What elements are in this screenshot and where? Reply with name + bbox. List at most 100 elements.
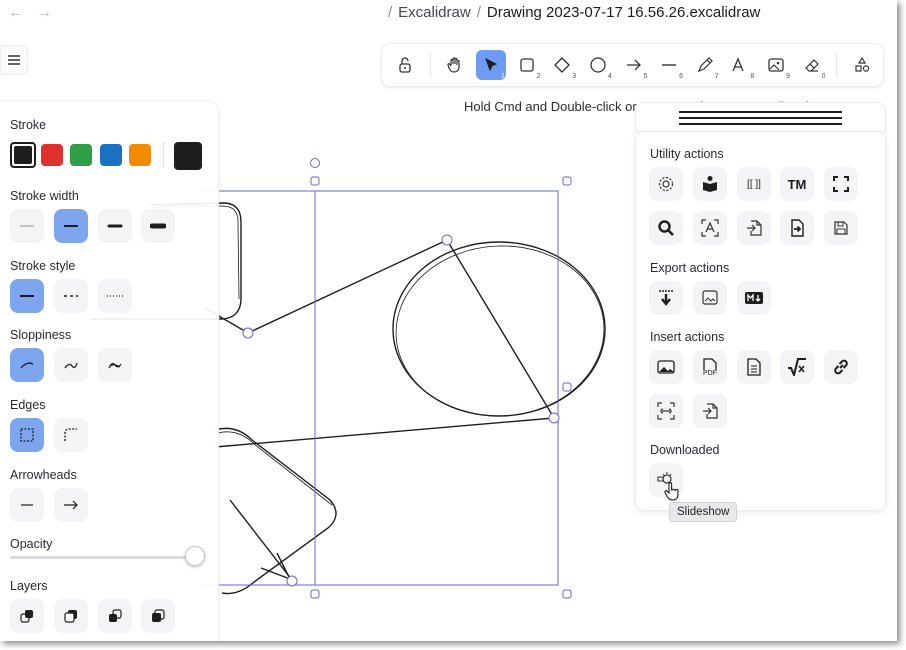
edges-round[interactable] (54, 418, 88, 452)
diamond-tool-button[interactable]: 3 (547, 50, 577, 80)
obsidian-tools-icon[interactable] (636, 103, 885, 131)
text-icon (732, 57, 745, 72)
downloaded-label: Downloaded (650, 443, 720, 457)
stroke-width-bold[interactable] (54, 209, 88, 243)
arrow-tool-button[interactable]: 5 (619, 50, 649, 80)
rounded-diamond[interactable] (214, 427, 337, 595)
diamond-icon (554, 57, 570, 73)
line-shape[interactable] (214, 417, 555, 448)
point-handle[interactable] (286, 575, 298, 587)
color-swatch-orange[interactable] (129, 144, 151, 166)
stroke-style-dashed[interactable] (54, 279, 88, 313)
text-tool-button[interactable]: 8 (726, 50, 756, 80)
eraser-icon (804, 59, 819, 72)
edges-label: Edges (10, 398, 46, 412)
app-window: ← → / Excalidraw / Drawing 2023-07-17 16.56… (0, 0, 897, 641)
point-handle[interactable] (242, 327, 254, 339)
save-icon (834, 221, 848, 235)
shapes-icon (855, 56, 870, 72)
color-swatch-blue[interactable] (100, 144, 122, 166)
insert-latex-button[interactable] (780, 350, 814, 384)
settings-button[interactable] (649, 167, 683, 201)
ocr-button[interactable] (693, 211, 727, 245)
layers-label: Layers (10, 579, 48, 593)
line-selected[interactable] (204, 239, 555, 419)
export-markdown-button[interactable] (737, 281, 771, 315)
stroke-style-dotted[interactable] (98, 279, 132, 313)
sloppiness-label: Sloppiness (10, 328, 72, 342)
resize-handle[interactable] (310, 176, 320, 186)
sloppiness-architect[interactable] (10, 348, 44, 382)
link-icon (834, 359, 848, 375)
trademark-button[interactable]: TM (780, 167, 814, 201)
export-button[interactable] (649, 281, 683, 315)
ellipse-icon (590, 57, 606, 73)
image-icon (657, 360, 675, 374)
lock-tool-button[interactable] (390, 50, 420, 80)
draw-tool-button[interactable]: 7 (690, 50, 720, 80)
file-arrow-icon (791, 219, 804, 237)
selection-tool-button[interactable]: 1 (476, 50, 506, 80)
gear-icon (658, 176, 674, 192)
arrowhead-start-none[interactable] (10, 488, 44, 522)
point-handle[interactable] (441, 234, 453, 246)
library-button[interactable] (693, 167, 727, 201)
bring-to-front-button[interactable] (141, 599, 175, 633)
insert-link-button[interactable] (824, 350, 858, 384)
document-icon (747, 358, 761, 376)
insert-embed-button[interactable] (649, 394, 683, 428)
insert-image-button[interactable] (649, 350, 683, 384)
line-tool-button[interactable]: 6 (654, 50, 684, 80)
rotate-handle[interactable] (310, 158, 320, 168)
arrowhead-end-arrow[interactable] (54, 488, 88, 522)
opacity-slider-track[interactable] (10, 556, 202, 559)
color-swatch-green[interactable] (70, 144, 92, 166)
stroke-label: Stroke (10, 118, 47, 132)
utility-actions-label: Utility actions (650, 147, 724, 161)
ellipse-tool-button[interactable]: 4 (583, 50, 613, 80)
stroke-width-extra-bold[interactable] (98, 209, 132, 243)
open-file-button[interactable] (737, 211, 771, 245)
insert-pdf-button[interactable]: PDF (693, 350, 727, 384)
shapes-toolbar: 1 2 3 4 5 6 7 8 9 0 (382, 44, 883, 86)
wikilink-button[interactable]: [[ ]] (737, 167, 771, 201)
insert-actions-label: Insert actions (650, 330, 725, 344)
search-button[interactable] (649, 211, 683, 245)
import-svg-button[interactable] (693, 394, 727, 428)
resize-handle[interactable] (562, 589, 572, 599)
send-to-back-button[interactable] (10, 599, 44, 633)
send-backward-button[interactable] (54, 599, 88, 633)
sloppiness-cartoonist[interactable] (98, 348, 132, 382)
hand-icon (447, 57, 461, 73)
point-handle[interactable] (548, 412, 560, 424)
edges-sharp[interactable] (10, 418, 44, 452)
image-download-icon (702, 290, 718, 305)
export-image-button[interactable] (693, 281, 727, 315)
hand-tool-button[interactable] (441, 50, 471, 80)
sloppiness-artist[interactable] (54, 348, 88, 382)
bring-forward-button[interactable] (98, 599, 132, 633)
current-color-picker[interactable] (174, 142, 202, 170)
bring-to-front-icon (152, 609, 165, 622)
color-swatch-black[interactable] (10, 142, 36, 168)
opacity-slider-thumb[interactable] (185, 546, 205, 566)
insert-markdown-button[interactable] (737, 350, 771, 384)
fullscreen-button[interactable] (824, 167, 858, 201)
rectangle-icon (520, 58, 534, 72)
stroke-width-thin[interactable] (10, 209, 44, 243)
resize-handle[interactable] (562, 382, 572, 392)
insert-file-button[interactable] (780, 211, 814, 245)
image-tool-button[interactable]: 9 (761, 50, 791, 80)
hand-pointer-cursor-icon (664, 482, 679, 501)
resize-handle[interactable] (562, 176, 572, 186)
more-shapes-button[interactable] (847, 50, 877, 80)
eraser-tool-button[interactable]: 0 (797, 50, 827, 80)
stroke-width-heavy[interactable] (141, 209, 175, 243)
main-menu-button[interactable] (0, 45, 28, 75)
stroke-style-solid[interactable] (10, 279, 44, 313)
stroke-width-label: Stroke width (10, 189, 79, 203)
resize-handle[interactable] (310, 589, 320, 599)
color-swatch-red[interactable] (41, 144, 63, 166)
save-button[interactable] (824, 211, 858, 245)
rectangle-tool-button[interactable]: 2 (512, 50, 542, 80)
